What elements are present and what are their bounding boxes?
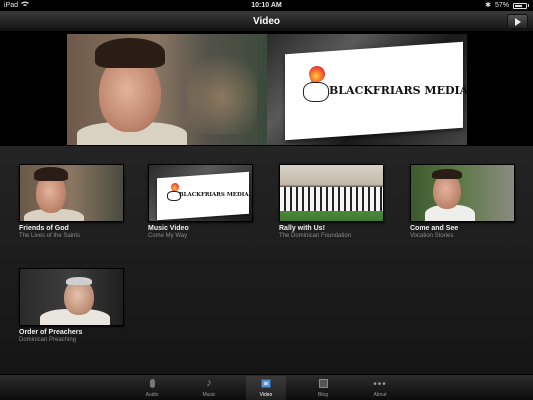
video-thumbnail[interactable]: BLACKFRIARS MEDIA <box>148 164 253 222</box>
video-subtitle: The Dominican Foundation <box>279 233 352 239</box>
video-thumbnail[interactable] <box>19 164 124 222</box>
video-tile-music-video[interactable]: BLACKFRIARS MEDIA Music Video Come My Wa… <box>148 164 253 239</box>
tab-bar: Audio ♪ Music Video Blog ••• About <box>0 374 533 400</box>
video-grid: Friends of God The Lives of the Saints B… <box>0 146 533 374</box>
now-playing-button[interactable] <box>507 14 528 29</box>
video-title: Order of Preachers <box>19 329 83 336</box>
tab-label: Blog <box>317 392 328 398</box>
video-tile-rally-with-us[interactable]: Rally with Us! The Dominican Foundation <box>279 164 384 239</box>
logo-text: BLACKFRIARS MEDIA <box>329 84 467 97</box>
featured-portrait <box>67 34 267 145</box>
video-title: Friends of God <box>19 225 69 232</box>
bluetooth-icon: ✱ <box>485 2 491 9</box>
tab-label: Music <box>202 392 216 398</box>
video-thumbnail[interactable] <box>410 164 515 222</box>
video-subtitle: Dominican Preaching <box>19 337 77 343</box>
tab-video[interactable]: Video <box>246 376 286 400</box>
music-note-icon: ♪ <box>206 377 212 389</box>
battery-icon <box>513 2 527 9</box>
video-thumbnail[interactable] <box>279 164 384 222</box>
video-subtitle: The Lives of the Saints <box>19 233 81 239</box>
video-tile-come-and-see[interactable]: Come and See Vocation Stories <box>410 164 515 239</box>
video-title: Come and See <box>410 225 459 232</box>
video-tile-friends-of-god[interactable]: Friends of God The Lives of the Saints <box>19 164 124 239</box>
tab-about[interactable]: ••• About <box>360 376 400 400</box>
tab-label: About <box>373 392 387 398</box>
film-icon <box>261 379 271 388</box>
microphone-icon <box>149 379 155 388</box>
navigation-bar: Video <box>0 11 533 32</box>
status-time: 10:10 AM <box>251 2 282 9</box>
blog-icon <box>318 379 328 388</box>
featured-banner[interactable]: BLACKFRIARS MEDIA <box>0 32 533 146</box>
video-thumbnail[interactable] <box>19 268 124 326</box>
video-subtitle: Vocation Stories <box>410 233 454 239</box>
tab-label: Audio <box>145 392 159 398</box>
status-bar: iPad 10:10 AM ✱ 57% <box>0 0 533 11</box>
tab-blog[interactable]: Blog <box>303 376 343 400</box>
tab-audio[interactable]: Audio <box>132 376 172 400</box>
video-subtitle: Come My Way <box>148 233 188 239</box>
tab-label: Video <box>259 392 273 398</box>
thumbnail-logo-text: BLACKFRIARS MEDIA <box>179 192 249 198</box>
video-title: Music Video <box>148 225 189 232</box>
more-icon: ••• <box>373 379 387 390</box>
battery-percent: 57% <box>494 2 509 9</box>
tab-music[interactable]: ♪ Music <box>189 376 229 400</box>
video-tile-order-of-preachers[interactable]: Order of Preachers Dominican Preaching <box>19 268 124 343</box>
video-title: Rally with Us! <box>279 225 325 232</box>
blackfriars-logo-panel: BLACKFRIARS MEDIA <box>267 34 467 145</box>
featured-video[interactable]: BLACKFRIARS MEDIA <box>67 34 467 145</box>
page-title: Video <box>252 16 281 27</box>
play-icon <box>514 17 521 26</box>
